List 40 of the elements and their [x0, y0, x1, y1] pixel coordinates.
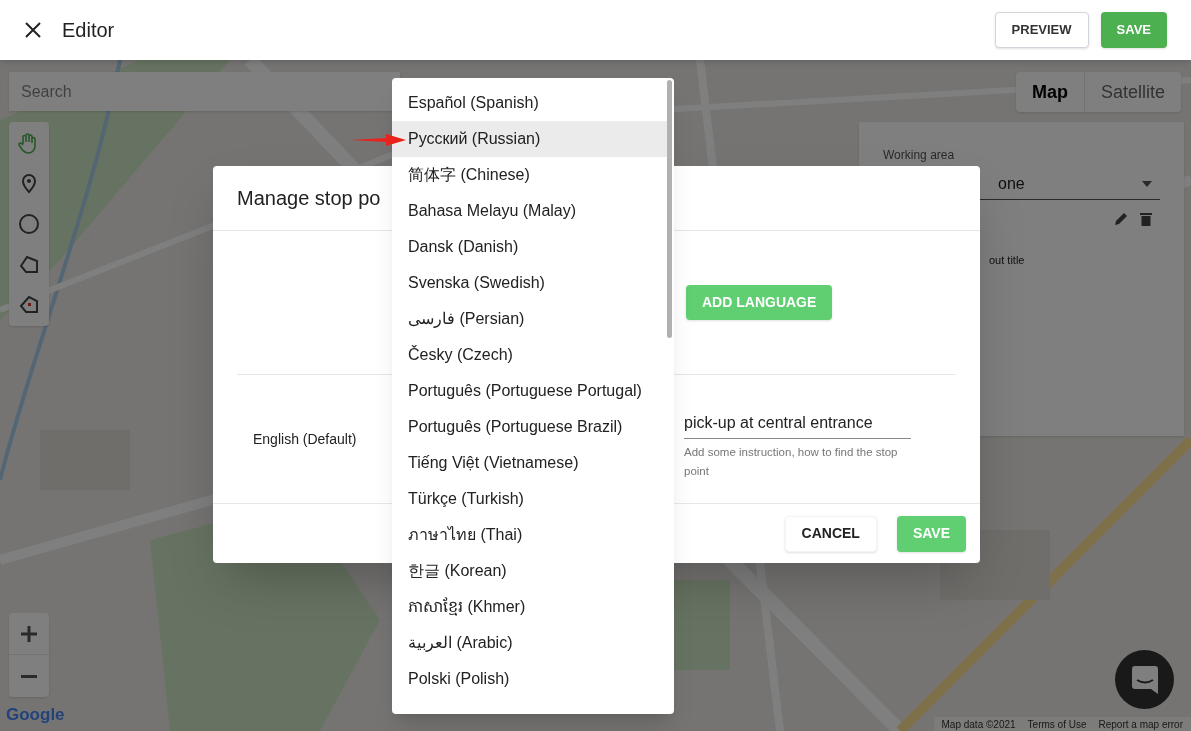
- map-type-tab[interactable]: Map: [1016, 72, 1084, 112]
- footer-link[interactable]: Report a map error: [1098, 716, 1183, 731]
- language-option[interactable]: Türkçe (Turkish): [392, 481, 667, 517]
- language-option[interactable]: فارسی (Persian): [392, 301, 667, 337]
- preview-button[interactable]: PREVIEW: [994, 12, 1089, 48]
- language-option[interactable]: 简体字 (Chinese): [392, 157, 667, 193]
- language-name: English (Default): [253, 429, 358, 449]
- pencil-icon: [1114, 212, 1128, 226]
- page-title: Editor: [62, 18, 115, 43]
- language-option[interactable]: العربية (Arabic): [392, 625, 667, 661]
- language-option[interactable]: Tiếng Việt (Vietnamese): [392, 445, 667, 481]
- scrollbar-thumb[interactable]: [667, 80, 672, 338]
- language-option[interactable]: Česky (Czech): [392, 337, 667, 373]
- footer-link[interactable]: Terms of Use: [1027, 716, 1087, 731]
- map-logo: Google: [6, 703, 65, 726]
- field-label: Working area: [883, 147, 956, 164]
- language-option[interactable]: Dansk (Danish): [392, 229, 667, 265]
- plus-icon: [20, 624, 38, 643]
- instruction-field[interactable]: pick-up at central entrance: [684, 407, 911, 439]
- language-option[interactable]: Русский (Russian): [392, 121, 667, 157]
- language-option[interactable]: ភាសាខ្មែរ (Khmer): [392, 589, 667, 625]
- helper-text: Add some instruction, how to find the stop point: [684, 445, 899, 479]
- map-attribution: Map data ©2021: [941, 717, 1016, 731]
- language-option[interactable]: ภาษาไทย (Thai): [392, 517, 667, 553]
- caret-icon: [1142, 180, 1152, 187]
- language-option[interactable]: 한글 (Korean): [392, 553, 667, 589]
- search-field[interactable]: Search: [9, 72, 400, 111]
- zone-note: out title: [988, 253, 1026, 268]
- cancel-button[interactable]: CANCEL: [784, 515, 877, 552]
- language-option[interactable]: Português (Portuguese Portugal): [392, 373, 667, 409]
- minus-icon: [20, 674, 38, 678]
- language-option[interactable]: Polski (Polish): [392, 661, 667, 697]
- language-option[interactable]: Português (Portuguese Brazil): [392, 409, 667, 445]
- chat-icon: [1131, 665, 1158, 694]
- language-option[interactable]: Bahasa Melayu (Malay): [392, 193, 667, 229]
- close-icon: [24, 21, 42, 39]
- tool-button[interactable]: [17, 212, 41, 236]
- trash-icon: [1140, 212, 1152, 226]
- dialog-title: Manage stop po: [237, 186, 381, 211]
- language-option[interactable]: Svenska (Swedish): [392, 265, 667, 301]
